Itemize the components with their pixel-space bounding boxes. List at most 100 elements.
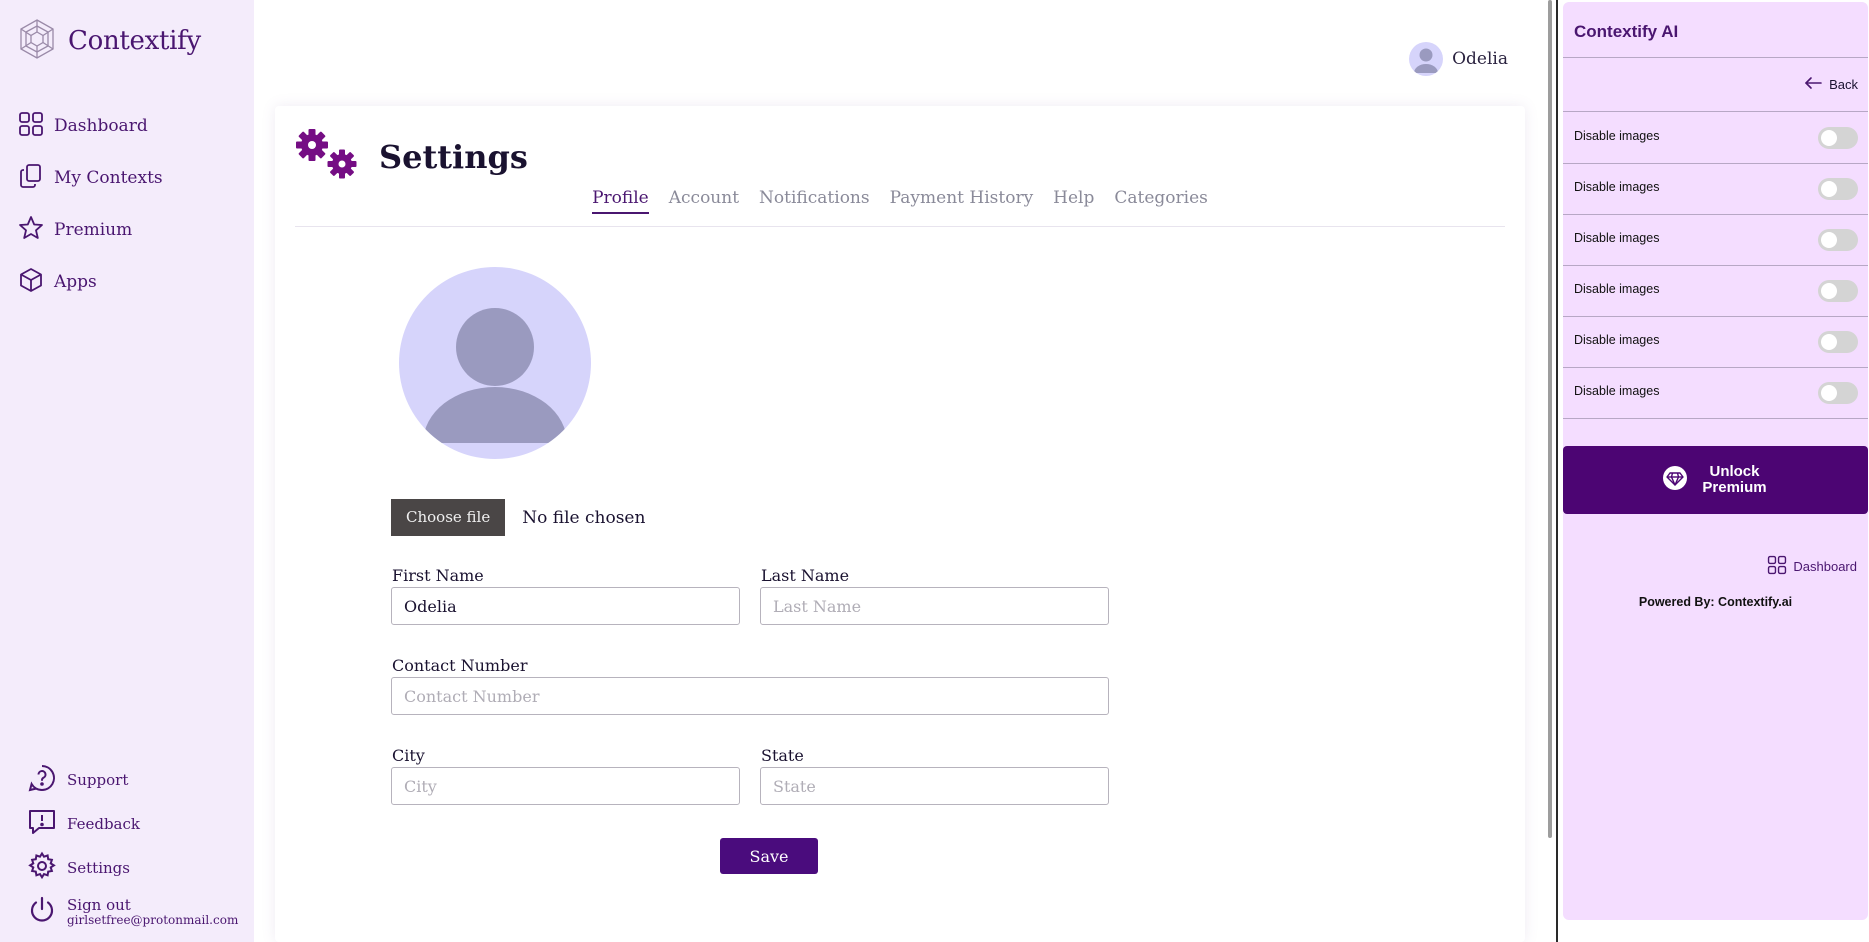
last-name-label: Last Name	[761, 566, 850, 585]
last-name-field[interactable]	[760, 587, 1109, 625]
unlock-premium-label: Unlock Premium	[1702, 463, 1767, 496]
main-content: Odelia Settings Profile Account Notifica…	[254, 0, 1546, 942]
star-icon	[18, 215, 44, 246]
toggle-knob	[1821, 385, 1837, 401]
toggle-knob	[1821, 334, 1837, 350]
panel-dashboard-link[interactable]: Dashboard	[1767, 555, 1857, 578]
sidebar-bottom-nav: Support Feedback Settings Sign out girls…	[27, 758, 238, 934]
sidebar-item-dashboard[interactable]: Dashboard	[18, 100, 163, 152]
disable-images-toggle[interactable]	[1818, 331, 1858, 353]
grid-icon	[18, 111, 44, 142]
sidebar-item-label: Dashboard	[54, 116, 148, 136]
disable-images-toggle[interactable]	[1818, 178, 1858, 200]
toggle-label: Disable images	[1574, 282, 1660, 296]
contact-number-label: Contact Number	[392, 656, 528, 675]
sidebar-item-support[interactable]: Support	[27, 758, 238, 802]
tab-profile[interactable]: Profile	[592, 188, 649, 214]
support-label: Support	[67, 771, 129, 789]
contact-number-field[interactable]	[391, 677, 1109, 715]
ai-panel-title: Contextify AI	[1574, 22, 1679, 41]
disable-images-toggle[interactable]	[1818, 127, 1858, 149]
sidebar-item-settings[interactable]: Settings	[27, 846, 238, 890]
toggle-label: Disable images	[1574, 129, 1660, 143]
settings-header: Settings	[295, 128, 528, 186]
sidebar-item-my-contexts[interactable]: My Contexts	[18, 152, 163, 204]
settings-card: Settings Profile Account Notifications P…	[275, 106, 1525, 942]
logo-icon	[18, 18, 56, 64]
back-label: Back	[1829, 77, 1858, 92]
state-label: State	[761, 746, 804, 765]
panel-divider	[1556, 0, 1558, 942]
toggle-knob	[1821, 283, 1837, 299]
arrow-left-icon	[1804, 76, 1822, 93]
disable-images-toggle[interactable]	[1818, 280, 1858, 302]
main-scrollbar[interactable]	[1546, 0, 1556, 942]
sidebar-item-apps[interactable]: Apps	[18, 256, 163, 308]
power-icon	[27, 895, 57, 929]
tabs-divider	[295, 226, 1505, 227]
tab-categories[interactable]: Categories	[1114, 188, 1208, 214]
disable-images-toggle[interactable]	[1818, 229, 1858, 251]
back-button[interactable]: Back	[1804, 76, 1858, 93]
file-status: No file chosen	[522, 507, 646, 528]
signout-label: Sign out	[67, 895, 131, 914]
app-logo[interactable]: Contextify	[18, 18, 201, 64]
gear-icon	[27, 851, 57, 885]
sidebar-item-label: My Contexts	[54, 168, 163, 188]
file-upload: Choose file No file chosen	[391, 499, 645, 536]
diamond-icon	[1662, 465, 1688, 496]
toggle-label: Disable images	[1574, 333, 1660, 347]
avatar	[1409, 42, 1444, 76]
choose-file-button[interactable]: Choose file	[391, 499, 506, 536]
username: Odelia	[1452, 49, 1508, 69]
toggle-row: Disable images	[1563, 367, 1868, 418]
panel-divider-line	[1563, 57, 1868, 58]
save-button[interactable]: Save	[720, 838, 818, 874]
toggle-knob	[1821, 130, 1837, 146]
sidebar-item-label: Apps	[54, 272, 97, 292]
toggle-row: Disable images	[1563, 214, 1868, 265]
user-menu[interactable]: Odelia	[1409, 42, 1508, 76]
cube-icon	[18, 267, 44, 298]
feedback-label: Feedback	[67, 815, 140, 833]
user-email: girlsetfree@protonmail.com	[67, 912, 239, 927]
sidebar-item-feedback[interactable]: Feedback	[27, 802, 238, 846]
toggle-label: Disable images	[1574, 384, 1660, 398]
toggle-label: Disable images	[1574, 231, 1660, 245]
dashboard-link-label: Dashboard	[1793, 559, 1857, 574]
settings-tabs: Profile Account Notifications Payment Hi…	[275, 188, 1525, 214]
sidebar-item-label: Premium	[54, 220, 133, 240]
state-field[interactable]	[760, 767, 1109, 805]
page-title: Settings	[379, 138, 528, 176]
sidebar: Contextify Dashboard My Contexts Premium…	[0, 0, 254, 942]
toggle-row: Disable images	[1563, 265, 1868, 316]
toggle-knob	[1821, 181, 1837, 197]
city-label: City	[392, 746, 425, 765]
help-circle-icon	[27, 763, 57, 797]
grid-icon	[1767, 555, 1787, 578]
gears-icon	[295, 128, 361, 186]
tab-notifications[interactable]: Notifications	[759, 188, 870, 214]
tab-account[interactable]: Account	[669, 188, 739, 214]
toggle-row: Disable images	[1563, 112, 1868, 163]
tab-payment-history[interactable]: Payment History	[890, 188, 1034, 214]
sidebar-nav: Dashboard My Contexts Premium Apps	[18, 100, 163, 308]
feedback-icon	[27, 807, 57, 841]
disable-images-toggle[interactable]	[1818, 382, 1858, 404]
first-name-label: First Name	[392, 566, 484, 585]
first-name-field[interactable]	[391, 587, 740, 625]
ai-panel: Contextify AI Back Disable images Disabl…	[1563, 2, 1868, 920]
toggle-row: Disable images	[1563, 316, 1868, 367]
city-field[interactable]	[391, 767, 740, 805]
tab-help[interactable]: Help	[1053, 188, 1094, 214]
signout-text: Sign out girlsetfree@protonmail.com	[67, 895, 239, 927]
toggle-label: Disable images	[1574, 180, 1660, 194]
scrollbar-thumb[interactable]	[1548, 0, 1552, 838]
panel-divider-line	[1563, 418, 1868, 419]
sidebar-item-signout[interactable]: Sign out girlsetfree@protonmail.com	[27, 890, 238, 934]
sidebar-item-premium[interactable]: Premium	[18, 204, 163, 256]
copy-icon	[18, 163, 44, 194]
unlock-premium-button[interactable]: Unlock Premium	[1563, 446, 1868, 514]
powered-by: Powered By: Contextify.ai	[1638, 595, 1793, 609]
app-name: Contextify	[68, 26, 201, 56]
